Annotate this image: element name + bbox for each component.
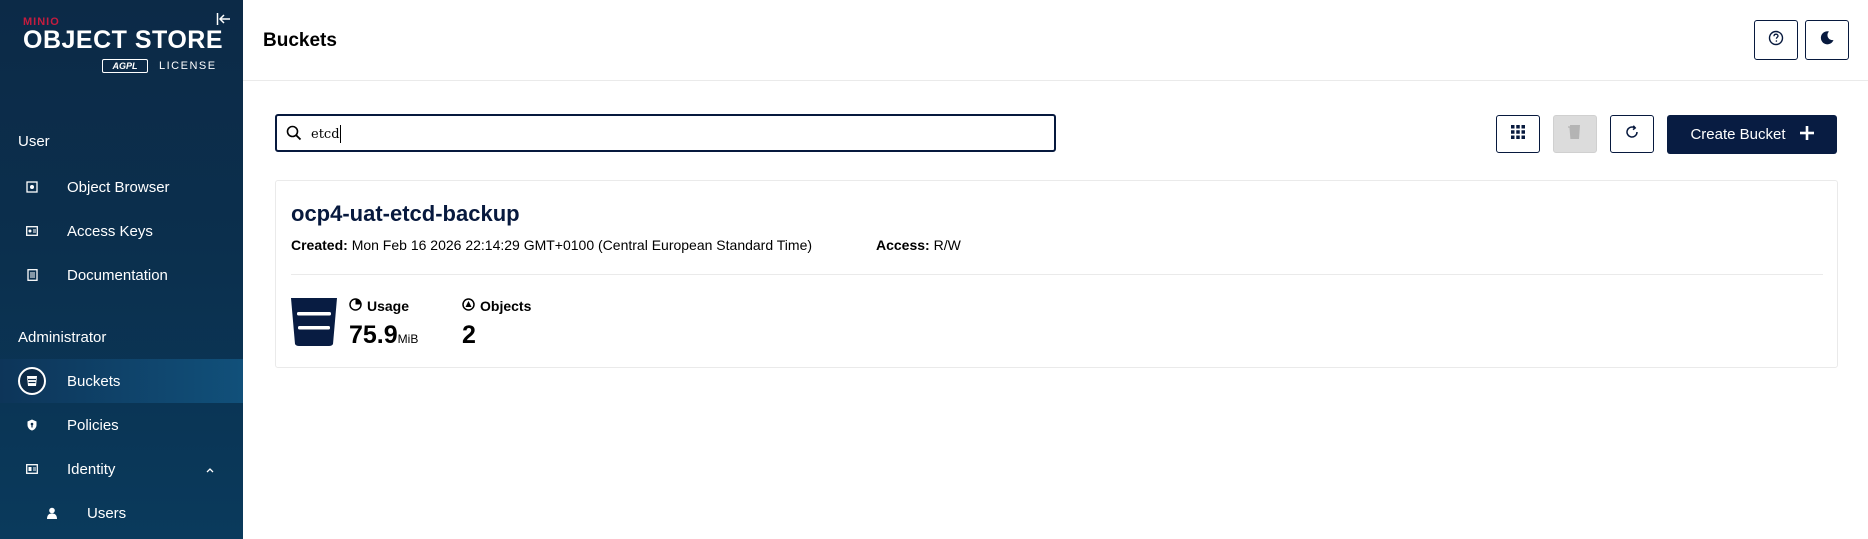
sidebar: MINIO OBJECT STORE AGPL LICENSE User Obj… xyxy=(0,0,243,539)
sidebar-item-label: Access Keys xyxy=(67,222,153,240)
logo-agpl-badge: AGPL xyxy=(102,59,148,73)
logo-license: LICENSE xyxy=(159,60,217,72)
theme-toggle-button[interactable] xyxy=(1805,20,1849,60)
objects-label: Objects xyxy=(480,298,532,314)
refresh-button[interactable] xyxy=(1610,115,1654,153)
page-header: Buckets xyxy=(243,0,1868,81)
search-input[interactable] xyxy=(311,123,1031,145)
bucket-icon xyxy=(18,367,46,395)
created-label: Created: xyxy=(291,237,348,253)
set-lifecycle-button[interactable] xyxy=(1553,115,1597,153)
usage-unit: MiB xyxy=(397,332,419,346)
access-value: R/W xyxy=(933,237,961,253)
sidebar-item-identity[interactable]: Identity xyxy=(0,447,243,491)
minio-logo: MINIO OBJECT STORE AGPL LICENSE xyxy=(23,16,223,76)
sidebar-item-label: Buckets xyxy=(67,372,121,390)
objects-value: 2 xyxy=(462,321,476,349)
chevron-up-icon[interactable] xyxy=(204,463,216,475)
create-bucket-button[interactable]: Create Bucket xyxy=(1667,115,1837,154)
sidebar-item-documentation[interactable]: Documentation xyxy=(0,253,243,297)
plus-icon xyxy=(1799,125,1814,144)
sidebar-item-object-browser[interactable]: Object Browser xyxy=(0,165,243,209)
select-multiple-button[interactable] xyxy=(1496,115,1540,153)
collapse-sidebar-icon[interactable] xyxy=(216,12,234,28)
sidebar-item-access-keys[interactable]: Access Keys xyxy=(0,209,243,253)
search-field[interactable] xyxy=(275,114,1056,152)
page-title: Buckets xyxy=(263,30,337,51)
bucket-access: Access: R/W xyxy=(876,237,961,253)
identity-icon xyxy=(23,460,41,478)
access-keys-icon xyxy=(23,222,41,240)
help-icon xyxy=(1768,30,1784,51)
search-icon xyxy=(286,125,302,141)
sidebar-item-users[interactable]: Users xyxy=(0,491,243,535)
text-caret xyxy=(340,125,341,143)
create-bucket-label: Create Bucket xyxy=(1690,126,1786,143)
logo-product: OBJECT STORE xyxy=(23,26,224,54)
dark-mode-icon xyxy=(1819,30,1835,51)
multi-bucket-icon xyxy=(1567,124,1583,145)
usage-label: Usage xyxy=(367,298,410,314)
bucket-created: Created: Mon Feb 16 2026 22:14:29 GMT+01… xyxy=(291,237,812,253)
sidebar-item-label: Object Browser xyxy=(67,178,170,196)
documentation-icon xyxy=(23,266,41,284)
sidebar-item-label: Users xyxy=(87,504,127,522)
created-value: Mon Feb 16 2026 22:14:29 GMT+0100 (Centr… xyxy=(351,237,813,253)
objects-icon xyxy=(462,298,475,314)
card-divider xyxy=(291,274,1823,275)
user-icon xyxy=(43,504,61,522)
sidebar-item-label: Identity xyxy=(67,460,116,478)
help-button[interactable] xyxy=(1754,20,1798,60)
sidebar-item-buckets[interactable]: Buckets xyxy=(0,359,243,403)
policies-icon xyxy=(23,416,41,434)
grid-icon xyxy=(1511,124,1525,144)
usage-value: 75.9 xyxy=(349,321,398,349)
user-section-label: User xyxy=(18,133,50,150)
sidebar-item-label: Documentation xyxy=(67,266,168,284)
bucket-card[interactable]: ocp4-uat-etcd-backup Created: Mon Feb 16… xyxy=(275,180,1838,368)
bucket-icon xyxy=(291,298,337,346)
sidebar-item-policies[interactable]: Policies xyxy=(0,403,243,447)
refresh-icon xyxy=(1625,124,1639,144)
usage-stat: Usage 75.9MiB xyxy=(349,298,418,350)
admin-section-label: Administrator xyxy=(18,329,107,346)
access-label: Access: xyxy=(876,237,930,253)
sidebar-item-label: Policies xyxy=(67,416,119,434)
objects-stat: Objects 2 xyxy=(462,298,531,350)
object-browser-icon xyxy=(23,178,41,196)
pie-chart-icon xyxy=(349,298,362,314)
bucket-name[interactable]: ocp4-uat-etcd-backup xyxy=(291,201,520,227)
